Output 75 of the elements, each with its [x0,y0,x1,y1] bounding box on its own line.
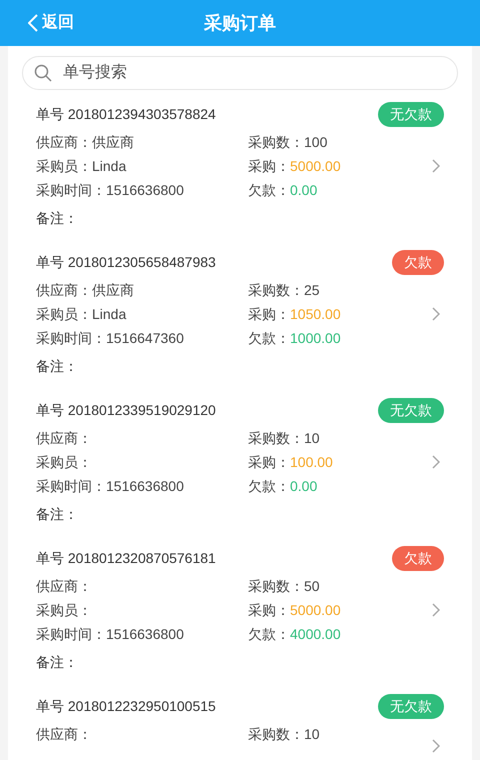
chevron-right-icon [432,603,440,617]
field-value: 供应商 [92,280,134,300]
field-value: 50 [304,576,320,596]
chevron-left-icon [28,14,38,32]
field-label: 采购： [248,156,290,176]
order-item[interactable]: 单号 2018012305658487983 欠款 供应商：供应商 采购员：Linda 采购时间：1516647360 采购数：25 采购：1050.00 欠款：1000.00 备注： [8,238,472,386]
field-label: 采购时间： [36,476,106,496]
status-badge: 欠款 [392,546,444,570]
field-label: 采购数： [248,132,304,152]
field-value: 4000.00 [290,624,341,644]
field-label: 采购员： [36,304,92,324]
field-value: 5000.00 [290,156,341,176]
field-value: 10 [304,724,320,744]
field-label: 采购数： [248,576,304,596]
search-icon [34,64,52,82]
field-label: 采购数： [248,280,304,300]
order-item[interactable]: 单号 2018012232950100515 无欠款 供应商： 采购数：10 [8,682,472,760]
field-value: 1050.00 [290,304,341,324]
field-label: 采购员： [36,600,92,620]
remark-label: 备注： [36,356,78,376]
status-badge: 欠款 [392,250,444,274]
field-value: 100 [304,132,328,152]
field-value: 1516636800 [106,476,184,496]
order-item[interactable]: 单号 2018012320870576181 欠款 供应商： 采购员： 采购时间：1516636800 采购数：50 采购：5000.00 欠款：4000.00 备注： [8,534,472,682]
field-value: Linda [92,156,126,176]
field-label: 供应商： [36,576,92,596]
order-number: 单号 2018012320870576181 [36,548,216,568]
field-value: 0.00 [290,180,318,200]
field-label: 采购： [248,304,290,324]
field-label: 采购时间： [36,328,106,348]
field-label: 供应商： [36,132,92,152]
field-label: 采购数： [248,724,304,744]
remark-label: 备注： [36,504,78,524]
chevron-right-icon [432,159,440,173]
field-label: 采购数： [248,428,304,448]
field-label: 采购： [248,452,290,472]
field-label: 采购时间： [36,180,106,200]
order-item[interactable]: 单号 2018012394303578824 无欠款 供应商：供应商 采购员：Linda 采购时间：1516636800 采购数：100 采购：5000.00 欠款：0.00 备注： [8,90,472,238]
field-label: 采购时间： [36,624,106,644]
field-value: 1516636800 [106,624,184,644]
field-value: 1516636800 [106,180,184,200]
status-badge: 无欠款 [378,694,444,718]
field-label: 采购员： [36,156,92,176]
field-label: 采购： [248,600,290,620]
field-label: 采购员： [36,452,92,472]
field-value: 25 [304,280,320,300]
field-value: 供应商 [92,132,134,152]
field-label: 供应商： [36,428,92,448]
order-number: 单号 2018012394303578824 [36,104,216,124]
field-value: 10 [304,428,320,448]
field-value: Linda [92,304,126,324]
search-field[interactable]: 单号搜索 [22,56,458,90]
field-value: 1000.00 [290,328,341,348]
chevron-right-icon [432,739,440,753]
order-item[interactable]: 单号 2018012339519029120 无欠款 供应商： 采购员： 采购时间：1516636800 采购数：10 采购：100.00 欠款：0.00 备注： [8,386,472,534]
remark-label: 备注： [36,652,78,672]
order-number: 单号 2018012305658487983 [36,252,216,272]
chevron-right-icon [432,307,440,321]
field-label: 欠款： [248,180,290,200]
page-title: 采购订单 [204,12,276,34]
field-label: 供应商： [36,724,92,744]
field-value: 100.00 [290,452,333,472]
field-value: 1516647360 [106,328,184,348]
remark-label: 备注： [36,208,78,228]
field-label: 供应商： [36,280,92,300]
field-value: 0.00 [290,476,318,496]
status-badge: 无欠款 [378,398,444,422]
field-value: 5000.00 [290,600,341,620]
field-label: 欠款： [248,624,290,644]
field-label: 欠款： [248,476,290,496]
field-label: 欠款： [248,328,290,348]
order-number: 单号 2018012232950100515 [36,696,216,716]
status-badge: 无欠款 [378,102,444,126]
chevron-right-icon [432,455,440,469]
order-number: 单号 2018012339519029120 [36,400,216,420]
